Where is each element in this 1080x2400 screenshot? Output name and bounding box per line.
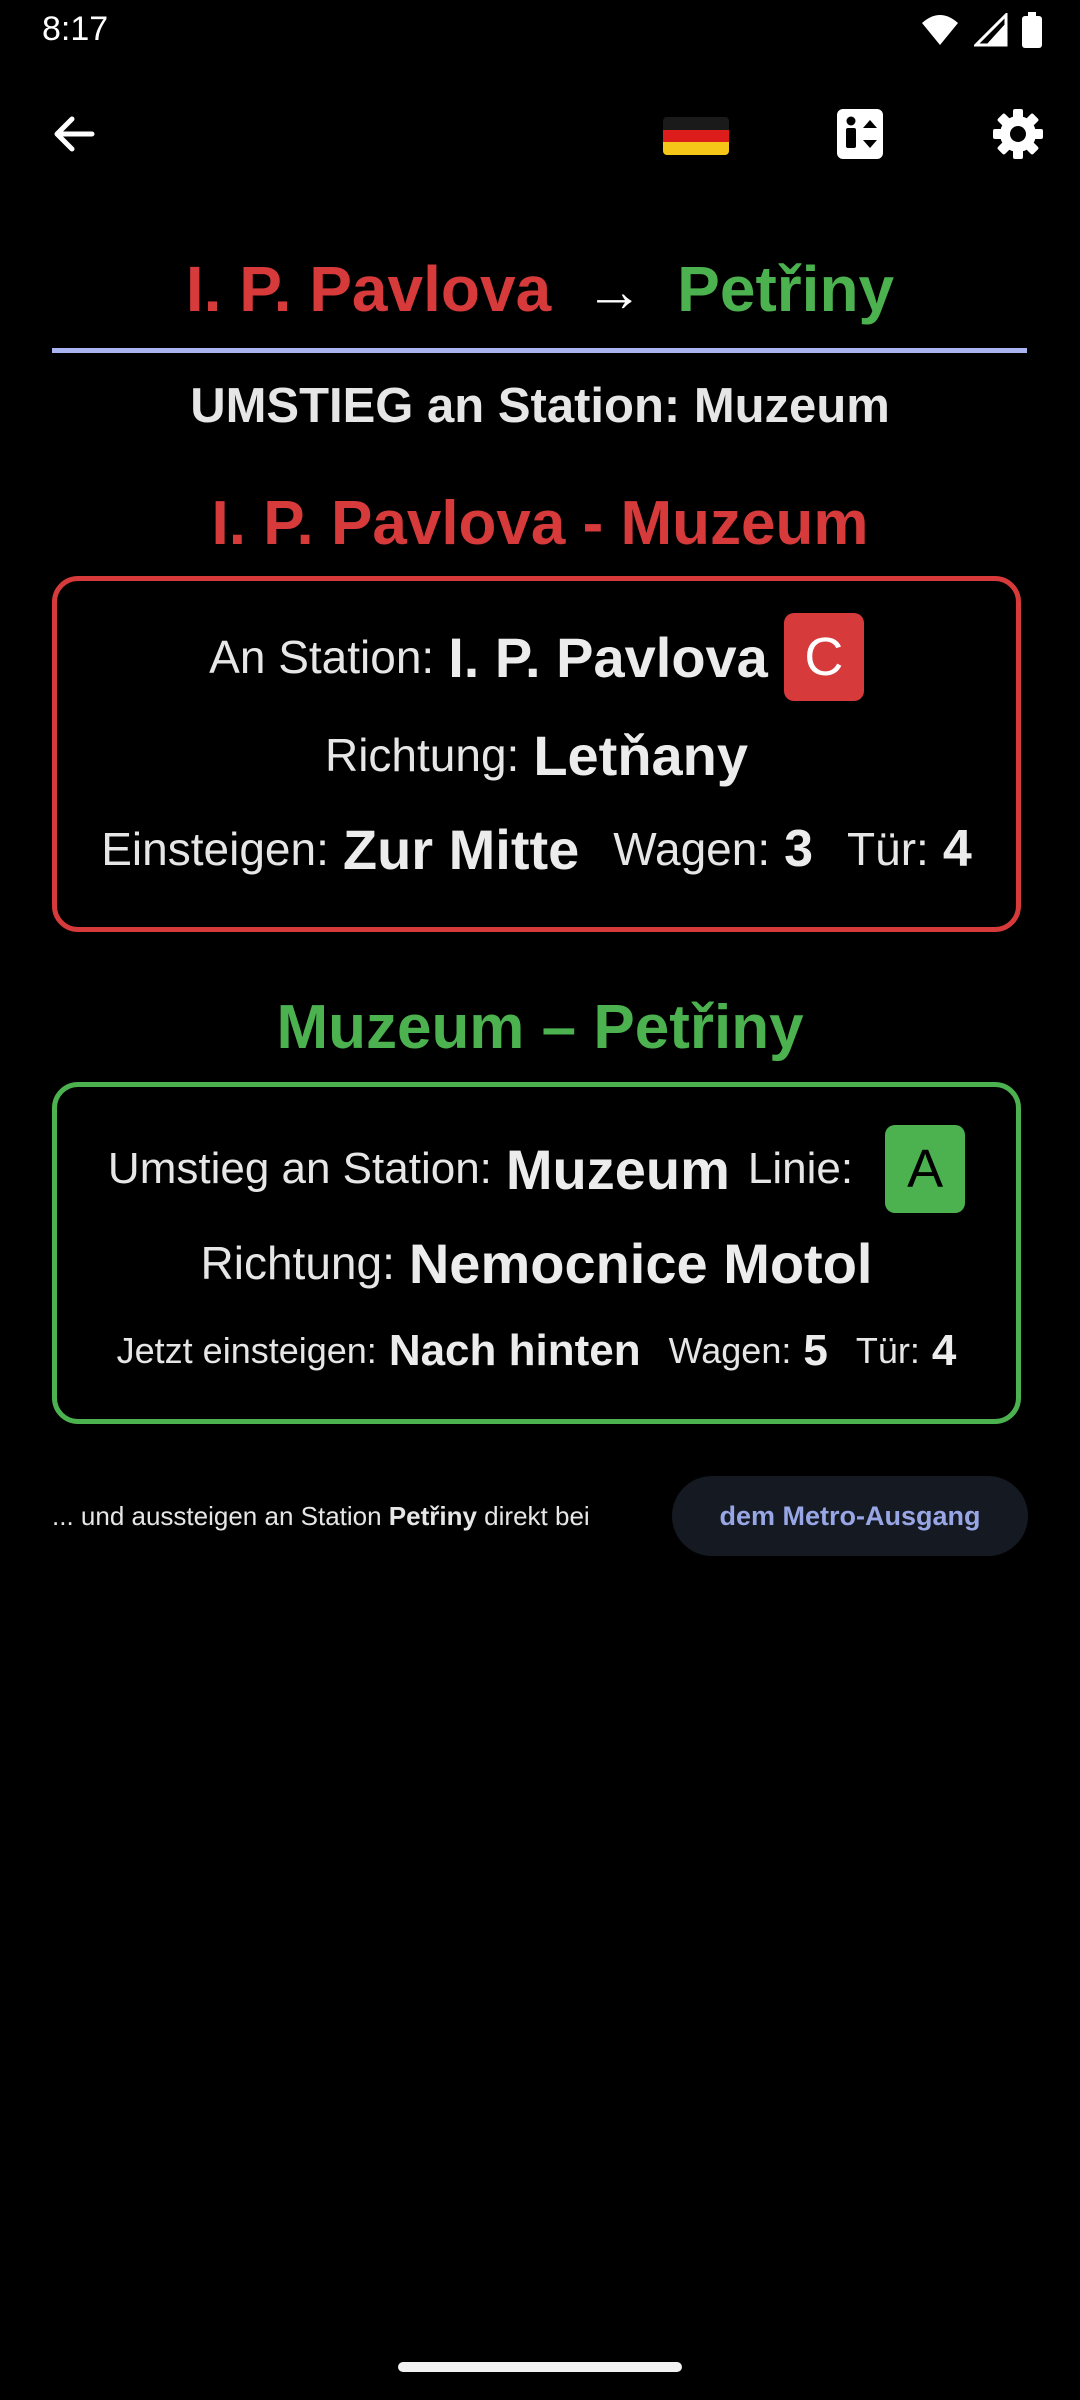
segment1-board: Zur Mitte [342, 817, 580, 881]
segment1-board-row: Einsteigen: Zur Mitte Wagen: 3 Tür: 4 [57, 809, 1016, 889]
wifi-icon [920, 13, 960, 52]
elevator-button[interactable] [820, 96, 900, 176]
home-indicator[interactable] [398, 2362, 682, 2372]
exit-info-text: ... und aussteigen an Station Petřiny di… [52, 1501, 590, 1532]
exit-info-suffix: direkt bei [476, 1500, 590, 1531]
exit-info-prefix: ... und aussteigen an Station [52, 1500, 389, 1531]
route-from: I. P. Pavlova [185, 253, 552, 325]
segment2-door-label: Tür: [855, 1330, 920, 1371]
app-bar [0, 96, 1080, 176]
segment2-board: Nach hinten [388, 1326, 641, 1375]
segment2-line-label: Linie: [747, 1144, 854, 1193]
segment1-card: An Station: I. P. Pavlova C Richtung: Le… [52, 576, 1021, 932]
elevator-icon [836, 108, 884, 165]
segment1-car: 3 [784, 820, 814, 878]
route-to: Petřiny [677, 253, 895, 325]
segment2-door: 4 [931, 1326, 957, 1375]
language-button[interactable] [656, 96, 736, 176]
german-flag-icon [663, 117, 729, 155]
route-title: I. P. Pavlova → Petřiny [0, 252, 1080, 326]
segment2-board-label: Jetzt einsteigen: [116, 1330, 377, 1371]
segment2-car: 5 [803, 1326, 828, 1375]
status-bar: 8:17 [0, 0, 1080, 62]
exit-info-station: Petřiny [388, 1500, 477, 1531]
segment1-station: I. P. Pavlova [448, 625, 768, 689]
segment2-card: Umstieg an Station: Muzeum Linie: A Rich… [52, 1082, 1021, 1424]
transfer-station: Muzeum [693, 379, 890, 433]
segment1-station-label: An Station: [209, 631, 435, 683]
segment2-board-row: Jetzt einsteigen: Nach hinten Wagen: 5 T… [57, 1315, 1016, 1387]
segment2-station-label: Umstieg an Station: [107, 1144, 492, 1193]
segment2-title: Muzeum – Petřiny [276, 993, 804, 1062]
segment1-direction: Letňany [533, 723, 749, 787]
segment2-station: Muzeum [505, 1137, 730, 1201]
segment1-direction-row: Richtung: Letňany [57, 715, 1016, 795]
metro-exit-button[interactable]: dem Metro-Ausgang [672, 1476, 1028, 1556]
line-a-badge: A [885, 1125, 966, 1213]
status-time: 8:17 [42, 10, 109, 48]
battery-icon [1022, 12, 1042, 53]
transfer-label: UMSTIEG an Station: [190, 379, 681, 433]
transfer-info: UMSTIEG an Station: Muzeum [0, 378, 1080, 434]
back-button[interactable] [34, 96, 114, 176]
segment1-door: 4 [942, 820, 972, 878]
route-arrow: → [585, 259, 644, 324]
segment1-door-label: Tür: [847, 823, 929, 875]
segment2-direction-label: Richtung: [200, 1237, 395, 1289]
status-icons [920, 11, 1042, 53]
segment2-station-row: Umstieg an Station: Muzeum Linie: A [57, 1123, 1016, 1215]
segment2-car-label: Wagen: [668, 1330, 792, 1371]
segment1-car-label: Wagen: [613, 823, 771, 875]
segment2-direction: Nemocnice Motol [408, 1231, 873, 1295]
cell-signal-icon [972, 11, 1008, 52]
segment1-title: I. P. Pavlova - Muzeum [211, 489, 869, 558]
line-c-badge: C [783, 613, 864, 701]
segment2-direction-row: Richtung: Nemocnice Motol [57, 1223, 1016, 1303]
title-divider [52, 348, 1027, 353]
settings-gear-icon [991, 107, 1045, 166]
settings-button[interactable] [978, 96, 1058, 176]
segment1-station-row: An Station: I. P. Pavlova C [57, 611, 1016, 703]
back-arrow-icon [50, 110, 98, 163]
segment1-direction-label: Richtung: [324, 729, 520, 781]
exit-info-row: ... und aussteigen an Station Petřiny di… [52, 1476, 1028, 1556]
segment1-board-label: Einsteigen: [101, 823, 329, 875]
